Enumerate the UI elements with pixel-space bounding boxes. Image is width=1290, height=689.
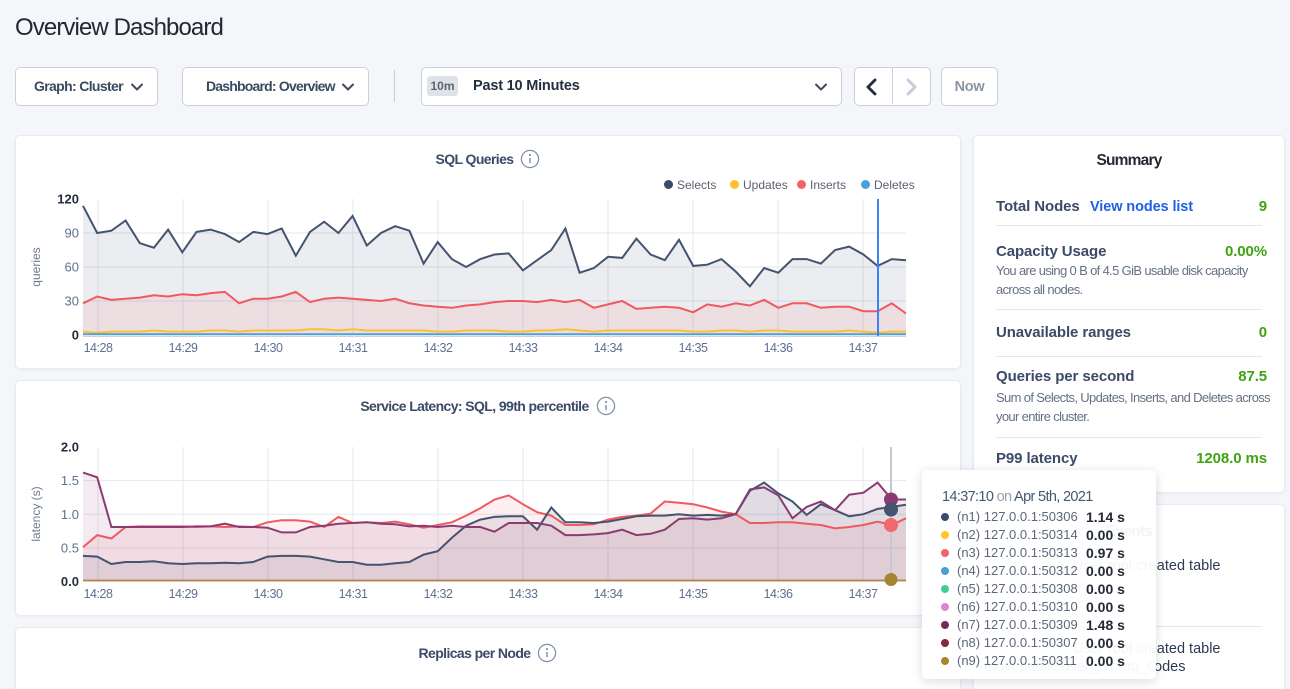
svg-text:14:34: 14:34 xyxy=(594,587,623,601)
svg-text:1.5: 1.5 xyxy=(61,473,79,488)
svg-text:90: 90 xyxy=(65,226,79,241)
svg-text:1.0: 1.0 xyxy=(61,507,79,522)
svg-text:14:30: 14:30 xyxy=(254,587,283,601)
svg-text:latency (s): latency (s) xyxy=(29,486,43,541)
svg-text:60: 60 xyxy=(65,260,79,275)
svg-text:2.0: 2.0 xyxy=(61,440,79,455)
svg-text:14:30: 14:30 xyxy=(254,341,283,355)
svg-text:14:36: 14:36 xyxy=(764,587,793,601)
svg-text:14:35: 14:35 xyxy=(679,587,708,601)
svg-text:14:28: 14:28 xyxy=(84,587,113,601)
svg-text:14:35: 14:35 xyxy=(679,341,708,355)
svg-text:0.0: 0.0 xyxy=(61,574,79,589)
svg-text:120: 120 xyxy=(57,192,79,207)
svg-text:14:33: 14:33 xyxy=(509,587,538,601)
svg-text:14:33: 14:33 xyxy=(509,341,538,355)
svg-text:queries: queries xyxy=(29,247,43,286)
svg-text:14:32: 14:32 xyxy=(424,341,453,355)
svg-text:30: 30 xyxy=(65,294,79,309)
svg-text:0: 0 xyxy=(72,328,79,343)
svg-text:14:31: 14:31 xyxy=(339,587,368,601)
svg-text:14:28: 14:28 xyxy=(84,341,113,355)
svg-text:14:34: 14:34 xyxy=(594,341,623,355)
svg-text:14:37: 14:37 xyxy=(849,341,878,355)
svg-text:14:29: 14:29 xyxy=(169,587,198,601)
svg-text:14:37: 14:37 xyxy=(849,587,878,601)
svg-text:14:32: 14:32 xyxy=(424,587,453,601)
svg-text:14:29: 14:29 xyxy=(169,341,198,355)
svg-text:14:36: 14:36 xyxy=(764,341,793,355)
svg-text:14:31: 14:31 xyxy=(339,341,368,355)
svg-text:0.5: 0.5 xyxy=(61,540,79,555)
